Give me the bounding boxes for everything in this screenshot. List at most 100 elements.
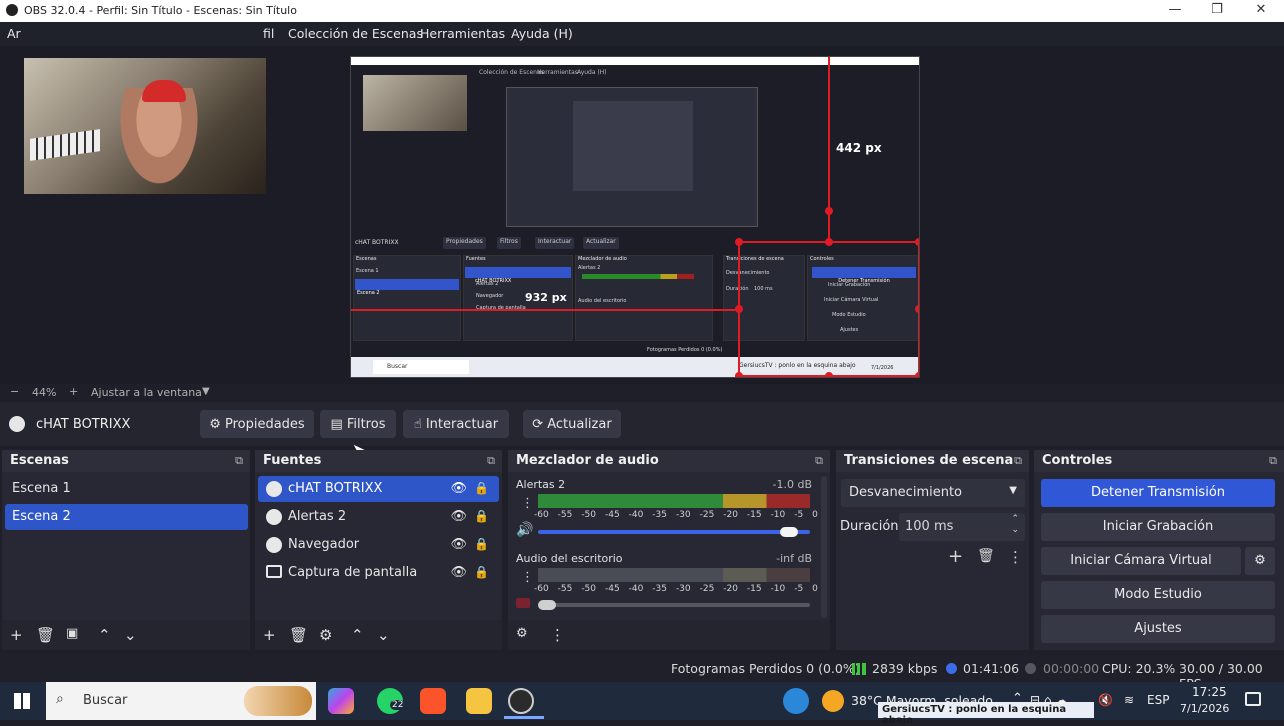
volume-slider-knob[interactable]	[780, 527, 798, 537]
menu-perfil[interactable]: fil	[263, 26, 274, 41]
obs-taskbar-icon[interactable]	[508, 688, 534, 714]
scenes-footer: + 🗑 ▣ ⌃ ⌄	[2, 620, 250, 650]
chevron-up-icon[interactable]: ⌃	[98, 626, 111, 644]
inner-taskbar-notif: GersiucsTV : ponlo en la esquina abajo	[739, 362, 856, 369]
kebab-menu-icon[interactable]: ⋮	[521, 496, 534, 511]
add-icon[interactable]: +	[948, 546, 963, 567]
speaker-icon[interactable]: 🔊	[516, 522, 533, 538]
copilot-icon[interactable]	[328, 688, 354, 714]
screen-capture-source[interactable]: Colección de Escenas Herramientas Ayuda …	[350, 56, 920, 378]
undock-icon[interactable]: ⧉	[1269, 454, 1277, 468]
volume-slider[interactable]	[538, 603, 810, 607]
add-icon[interactable]: +	[263, 626, 276, 644]
filter-icon[interactable]: ▣	[66, 626, 78, 641]
inner-panel-transitions: Transiciones de escena Desvanecimiento D…	[723, 255, 805, 341]
undock-icon[interactable]: ⧉	[487, 454, 495, 468]
guide-handle	[915, 238, 919, 246]
spin-down-icon[interactable]: ⌄	[1011, 525, 1019, 535]
lock-icon[interactable]: 🔒	[474, 565, 489, 579]
spin-up-icon[interactable]: ⌃	[1011, 514, 1019, 524]
duration-spinbox[interactable]: 100 ms ⌃ ⌄	[899, 513, 1025, 541]
source-item[interactable]: Navegador 👁 🔒	[258, 532, 499, 558]
trash-icon[interactable]: 🗑	[36, 626, 55, 644]
clock-time[interactable]: 17:25	[1192, 685, 1227, 699]
browser-icon	[266, 509, 282, 525]
scene-item-selected[interactable]: Escena 2	[5, 504, 248, 530]
virtual-camera-settings-button[interactable]: ⚙	[1245, 547, 1275, 575]
menu-coleccion-escenas[interactable]: Colección de Escenas	[288, 26, 423, 41]
add-icon[interactable]: +	[10, 626, 23, 644]
guide-line-horizontal	[351, 309, 739, 311]
start-recording-button[interactable]: Iniciar Grabación	[1041, 513, 1275, 541]
menu-ayuda[interactable]: Ayuda (H)	[511, 26, 573, 41]
stop-stream-button[interactable]: Detener Transmisión	[1041, 479, 1275, 507]
zoom-in-button[interactable]: +	[69, 385, 78, 398]
close-button[interactable]: ✕	[1246, 2, 1276, 20]
notifications-icon[interactable]	[1245, 692, 1261, 706]
zoom-fit-dropdown[interactable]: Ajustar a la ventana	[91, 386, 202, 399]
mixer-scrollbar[interactable]	[821, 476, 827, 618]
inner-panel-title: Mezclador de audio	[578, 256, 627, 262]
chevron-up-icon[interactable]: ⌃	[1012, 691, 1023, 706]
webcam-source[interactable]	[24, 58, 266, 194]
lock-icon[interactable]: 🔒	[474, 537, 489, 551]
volume-slider-knob[interactable]	[538, 600, 556, 610]
gear-icon[interactable]: ⚙	[516, 626, 528, 641]
file-explorer-icon[interactable]	[466, 688, 492, 714]
chevron-down-icon[interactable]: ▼	[202, 386, 210, 397]
eye-icon[interactable]: 👁	[450, 537, 467, 552]
volume-meter	[538, 568, 810, 582]
filters-button[interactable]: ▤ Filtros	[320, 410, 396, 438]
kebab-menu-icon[interactable]: ⋮	[550, 626, 565, 644]
source-item[interactable]: Alertas 2 👁 🔒	[258, 504, 499, 530]
chevron-up-icon[interactable]: ⌃	[351, 626, 364, 644]
preview-canvas[interactable]: Colección de Escenas Herramientas Ayuda …	[0, 46, 1284, 384]
minimize-button[interactable]: —	[1160, 2, 1190, 20]
studio-mode-button[interactable]: Modo Estudio	[1041, 581, 1275, 609]
source-item[interactable]: Captura de pantalla 👁 🔒	[258, 560, 499, 586]
interact-button[interactable]: ☝ Interactuar	[403, 410, 509, 438]
wifi-icon[interactable]: ≋	[1124, 693, 1134, 707]
tray-icons[interactable]: ⊟ ⌂ ☁	[1030, 693, 1067, 707]
undock-icon[interactable]: ⧉	[815, 454, 823, 468]
clock-date[interactable]: 7/1/2026	[1180, 702, 1229, 715]
refresh-button[interactable]: ⟳ Actualizar	[523, 410, 621, 438]
trash-icon[interactable]: 🗑	[289, 626, 308, 644]
chevron-down-icon[interactable]: ⌄	[377, 626, 390, 644]
kebab-menu-icon[interactable]: ⋮	[1008, 548, 1023, 566]
chevron-down-icon[interactable]: ⌄	[124, 626, 137, 644]
input-language[interactable]: ESP	[1147, 693, 1169, 707]
volume-slider[interactable]	[538, 530, 810, 534]
volume-muted-icon[interactable]: 🔇	[1098, 693, 1113, 707]
properties-button[interactable]: ⚙ Propiedades	[200, 410, 314, 438]
muted-speaker-icon[interactable]	[516, 598, 530, 608]
undock-icon[interactable]: ⧉	[235, 454, 243, 468]
menu-herramientas[interactable]: Herramientas	[420, 26, 505, 41]
captured-webcam	[363, 75, 467, 131]
menu-archivo[interactable]: Ar	[7, 26, 21, 41]
kebab-menu-icon[interactable]: ⋮	[521, 570, 534, 585]
eye-icon[interactable]: 👁	[450, 565, 467, 580]
brave-icon[interactable]	[420, 688, 446, 714]
help-icon[interactable]	[783, 688, 809, 714]
transition-select[interactable]: Desvanecimiento ▼	[841, 479, 1025, 507]
lock-icon[interactable]: 🔒	[474, 481, 489, 495]
trash-icon[interactable]: 🗑	[977, 548, 995, 564]
captured-taskbar: Buscar GersiucsTV : ponlo en la esquina …	[351, 357, 919, 377]
eye-icon[interactable]: 👁	[450, 481, 467, 496]
maximize-button[interactable]: ❐	[1202, 2, 1232, 20]
windows-start-icon[interactable]	[14, 693, 30, 709]
scene-item[interactable]: Escena 1	[5, 476, 248, 502]
eye-icon[interactable]: 👁	[450, 509, 467, 524]
gear-icon[interactable]: ⚙	[319, 626, 332, 644]
taskbar-search[interactable]: ⌕ Buscar	[46, 682, 316, 720]
start-virtual-camera-button[interactable]: Iniciar Cámara Virtual	[1041, 547, 1241, 575]
settings-button[interactable]: Ajustes	[1041, 615, 1275, 643]
inner-duration: 100 ms	[754, 286, 773, 292]
lock-icon[interactable]: 🔒	[474, 509, 489, 523]
zoom-out-button[interactable]: −	[10, 385, 19, 398]
undock-icon[interactable]: ⧉	[1014, 454, 1022, 468]
source-item-selected[interactable]: cHAT BOTRIXX 👁 🔒	[258, 476, 499, 502]
source-label: Navegador	[288, 537, 360, 552]
guide-handle	[735, 372, 743, 377]
